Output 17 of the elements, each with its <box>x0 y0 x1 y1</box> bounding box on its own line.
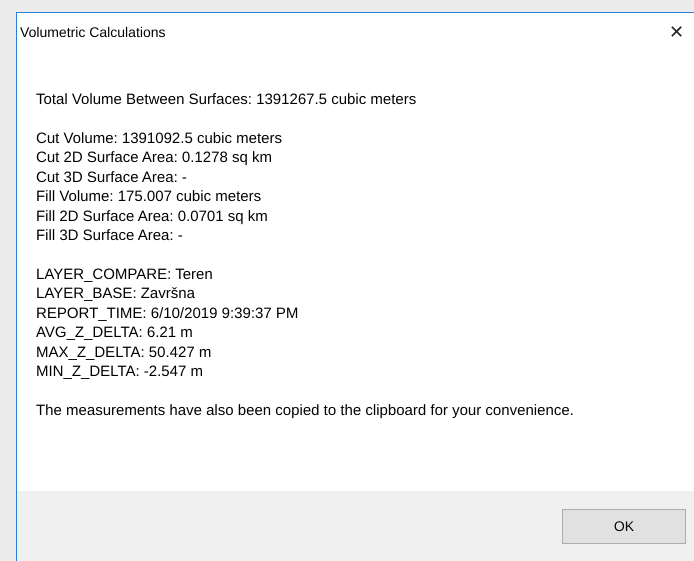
info-line: Total Volume Between Surfaces: 1391267.5 cubic meters <box>36 90 418 110</box>
info-line: REPORT_TIME: 6/10/2019 9:39:37 PM <box>36 304 300 323</box>
info-line: LAYER_COMPARE: Teren <box>36 264 214 284</box>
info-line: The measurements have also been copied to the clipboard for your convenience. <box>36 400 575 420</box>
info-line: MAX_Z_DELTA: 50.427 m <box>36 342 212 362</box>
info-line: Fill 3D Surface Area: - <box>36 226 184 246</box>
window-title: Volumetric Calculations <box>20 22 166 42</box>
info-line: Cut 3D Surface Area: - <box>36 168 188 187</box>
info-line: LAYER_BASE: Završna <box>36 284 196 304</box>
info-line: AVG_Z_DELTA: 6.21 m <box>36 323 194 342</box>
info-line: MIN_Z_DELTA: -2.547 m <box>36 362 204 382</box>
ok-button[interactable]: OK <box>562 509 686 544</box>
close-button[interactable]: ✕ <box>665 23 688 41</box>
info-line: Cut Volume: 1391092.5 cubic meters <box>36 128 283 148</box>
info-line: Fill Volume: 175.007 cubic meters <box>36 187 262 206</box>
info-line: Fill 2D Surface Area: 0.0701 sq km <box>36 206 269 226</box>
info-line: Cut 2D Surface Area: 0.1278 sq km <box>36 148 273 168</box>
